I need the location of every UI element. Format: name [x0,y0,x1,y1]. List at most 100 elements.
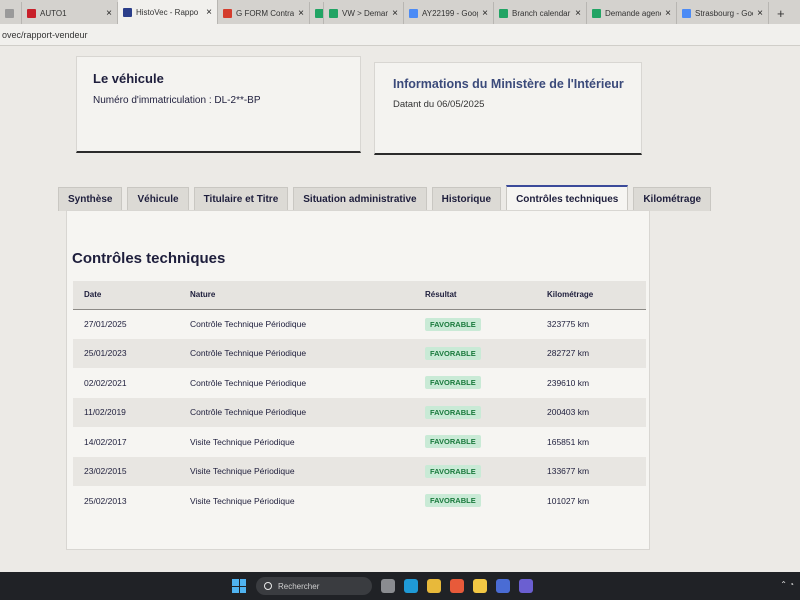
table-row: 11/02/2019 Contrôle Technique Périodique F… [73,397,646,427]
browser-tab[interactable]: AUTO1 × [22,2,118,24]
inspection-date: 25/02/2013 [84,495,127,506]
browser-tab[interactable]: × [310,2,324,24]
table-row: 14/02/2017 Visite Technique Périodique FAV… [73,427,646,457]
browser-tab-title: AY22199 - Google [422,8,478,18]
close-tab-icon[interactable]: × [106,8,112,19]
browser-tab-title: AUTO1 [40,8,67,18]
result-badge: FAVORABLE [425,346,481,360]
address-url[interactable]: ovec/rapport-vendeur [2,30,88,40]
tab-vehicule[interactable]: Véhicule [127,187,189,211]
windows-taskbar: Rechercher ⌃ ◔ [0,572,800,600]
inspection-result-cell: FAVORABLE [414,339,536,369]
browser-tab-title: VW > Deman [342,8,389,18]
browser-tab[interactable]: × [0,2,22,24]
tab-historique[interactable]: Historique [431,187,502,211]
inspection-date: 02/02/2021 [84,377,127,388]
inspection-nature: Contrôle Technique Périodique [190,348,307,359]
close-tab-icon[interactable]: × [392,8,398,19]
inspection-mileage: 200403 km [547,407,590,418]
close-tab-icon[interactable]: × [665,8,671,19]
sheets-favicon [315,8,323,18]
task-view-icon[interactable] [381,579,395,593]
teams-icon[interactable] [519,579,533,593]
browser-tab[interactable]: HistoVec - Rappo × [118,0,218,24]
inspection-nature: Contrôle Technique Périodique [190,377,307,388]
result-badge: FAVORABLE [425,405,481,419]
browser-tab[interactable]: Branch calendar - × [494,2,587,24]
browser-tab[interactable]: VW > Deman × [324,2,404,24]
store-icon[interactable] [496,579,510,593]
close-tab-icon[interactable]: × [482,8,488,19]
report-tabs: Synthèse Véhicule Titulaire et Titre Sit… [58,185,716,211]
taskbar-search-placeholder: Rechercher [278,581,320,591]
inspection-nature: Contrôle Technique Périodique [190,319,307,329]
column-header-nature: Nature [179,281,414,310]
browser-tab-title: G FORM Contrats [236,8,295,18]
drive-favicon [409,8,418,18]
address-bar[interactable]: ovec/rapport-vendeur [0,24,800,46]
sheets-favicon [499,8,508,18]
inspection-mileage: 165851 km [547,436,590,447]
result-badge: FAVORABLE [425,494,481,508]
auto1-favicon [27,8,36,18]
inspection-date: 11/02/2019 [84,407,126,418]
result-badge: FAVORABLE [425,376,481,390]
file-explorer-icon[interactable] [473,579,487,593]
inspection-mileage: 323775 km [547,319,590,329]
browser-tab[interactable]: Strasbourg - Goog × [677,2,769,24]
ministry-date: Datant du 06/05/2025 [393,99,485,110]
inspection-mileage: 133677 km [547,466,590,477]
system-tray[interactable]: ⌃ ◔ [780,580,794,589]
table-row: 02/02/2021 Contrôle Technique Périodique F… [73,368,646,398]
inspection-nature: Visite Technique Périodique [190,495,295,506]
inspection-mileage: 282727 km [547,348,590,359]
table-row: 25/02/2013 Visite Technique Périodique FAV… [73,486,646,516]
forms-favicon [223,8,232,18]
chrome-icon[interactable] [427,579,441,593]
registration-number: Numéro d'immatriculation : DL-2**-BP [93,95,261,106]
inspection-nature: Visite Technique Périodique [190,466,295,477]
inspections-table: Date Nature Résultat Kilométrage 27/01/2… [73,281,646,516]
tab-titulaire-et-titre[interactable]: Titulaire et Titre [193,187,289,211]
inspection-date: 14/02/2017 [84,436,127,447]
inspection-result-cell: FAVORABLE [414,427,536,457]
close-tab-icon[interactable]: × [575,8,581,19]
result-badge: FAVORABLE [425,435,481,449]
vehicle-card: Le véhicule Numéro d'immatriculation : D… [76,56,361,153]
table-row: 23/02/2015 Visite Technique Périodique FAV… [73,456,646,487]
tab-synthese[interactable]: Synthèse [58,187,123,211]
browser-tab[interactable]: Demande agence × [587,2,677,24]
tab-controles-techniques[interactable]: Contrôles techniques [506,185,629,211]
column-header-result: Résultat [414,281,536,310]
close-tab-icon[interactable]: × [757,8,763,19]
close-tab-icon[interactable]: × [206,7,212,18]
new-tab-button[interactable]: + [769,2,793,24]
edge-icon[interactable] [404,579,418,593]
browser-tab[interactable]: AY22199 - Google × [404,2,494,24]
inspection-mileage: 101027 km [547,495,590,506]
table-row: 25/01/2023 Contrôle Technique Périodique F… [73,338,646,369]
table-row: 27/01/2025 Contrôle Technique Périodique F… [73,309,646,339]
sheets-favicon [329,8,338,18]
chrome-profile-icon[interactable] [450,579,464,593]
tab-situation-administrative[interactable]: Situation administrative [293,187,427,211]
windows-start-icon[interactable] [232,579,246,593]
browser-tab-title: Strasbourg - Goog [695,8,753,18]
browser-tab[interactable]: G FORM Contrats × [218,2,310,24]
result-badge: FAVORABLE [425,464,481,478]
tab-kilometrage[interactable]: Kilométrage [633,187,712,211]
vehicle-card-title: Le véhicule [93,71,164,86]
close-tab-icon[interactable]: × [298,8,304,19]
ministry-card: Informations du Ministère de l'Intérieur… [374,62,642,155]
inspection-result-cell: FAVORABLE [414,457,536,487]
table-header-row: Date Nature Résultat Kilométrage [73,281,646,310]
browser-tab-title: HistoVec - Rappo [136,7,199,17]
browser-tab-title: Branch calendar - [512,8,572,18]
technical-inspections-panel: Contrôles techniques Date Nature Résulta… [66,210,650,550]
column-header-mileage: Kilométrage [536,281,646,310]
inspection-nature: Visite Technique Périodique [190,436,295,447]
page-content: Le véhicule Numéro d'immatriculation : D… [0,46,800,572]
taskbar-search[interactable]: Rechercher [256,577,372,595]
close-icon [5,8,14,18]
section-title: Contrôles techniques [72,250,226,267]
